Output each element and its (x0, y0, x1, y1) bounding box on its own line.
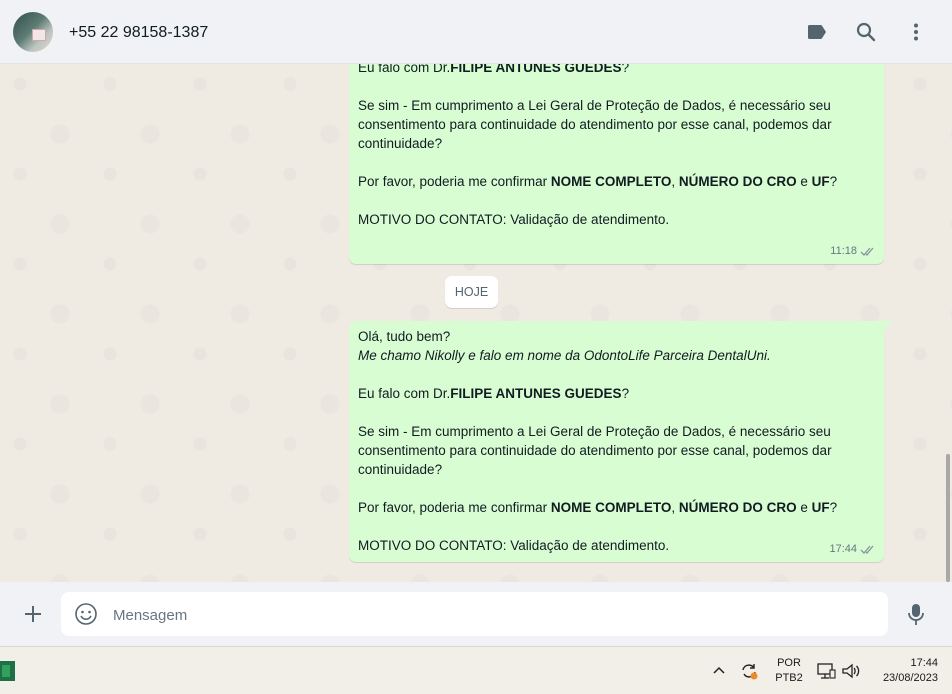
composer (0, 582, 952, 646)
text-run: Eu falo com Dr. (358, 386, 451, 401)
bold-text: NOME COMPLETO (550, 500, 672, 515)
sync-icon[interactable] (738, 660, 760, 682)
text-run: continuidade? (358, 136, 443, 151)
text-run: ? (621, 386, 630, 401)
day-divider: HOJE (445, 276, 498, 308)
message-line: Por favor, poderia me confirmar NOME COM… (358, 172, 875, 191)
message-line: MOTIVO DO CONTATO: Validação de atendime… (358, 210, 875, 229)
bold-text: NÚMERO DO CRO (678, 174, 797, 189)
chat-header: +55 22 98158-1387 (0, 0, 952, 64)
message-list[interactable]: Eu falo com Dr.FILIPE ANTUNES GUEDES? Se … (0, 64, 952, 582)
italic-text: Me chamo Nikolly e falo em nome da Odont… (358, 348, 771, 363)
message-line: Por favor, poderia me confirmar NOME COM… (358, 498, 875, 517)
text-run: Olá, tudo bem? (358, 329, 451, 344)
message-line: Eu falo com Dr.FILIPE ANTUNES GUEDES? (358, 64, 875, 77)
text-run: e (796, 174, 812, 189)
text-run: Por favor, poderia me confirmar (358, 500, 551, 515)
message-input[interactable] (111, 592, 875, 638)
message-time: 17:44 (829, 543, 857, 555)
bold-text: FILIPE ANTUNES GUEDES (450, 386, 622, 401)
message-line: MOTIVO DO CONTATO: Validação de atendime… (358, 536, 875, 555)
message-line: Eu falo com Dr.FILIPE ANTUNES GUEDES? (358, 384, 875, 403)
more-vertical-icon[interactable] (904, 20, 928, 44)
text-run: , (671, 174, 679, 189)
clock-time: 17:44 (910, 657, 938, 669)
scrollbar-thumb[interactable] (946, 454, 950, 582)
volume-icon[interactable] (840, 660, 862, 682)
text-run: Eu falo com Dr. (358, 64, 451, 75)
bold-text: NÚMERO DO CRO (678, 500, 797, 515)
message-line: Se sim - Em cumprimento a Lei Geral de P… (358, 422, 875, 441)
clock-date: 23/08/2023 (882, 672, 938, 684)
os-taskbar: POR PTB2 17:44 23/08/2023 (0, 646, 952, 694)
text-run: ? (829, 174, 838, 189)
keyboard-layout: PTB2 (775, 672, 803, 684)
show-hidden-icons-chevron-icon[interactable] (708, 660, 730, 682)
message-line: Se sim - Em cumprimento a Lei Geral de P… (358, 96, 875, 115)
message-line: Me chamo Nikolly e falo em nome da Odont… (358, 346, 875, 365)
message-line: consentimento para continuidade do atend… (358, 115, 875, 134)
network-icon[interactable] (815, 660, 837, 682)
message-text: Olá, tudo bem? Me chamo Nikolly e falo em… (358, 327, 875, 555)
contact-name[interactable]: +55 22 98158-1387 (69, 24, 208, 42)
text-run: ? (829, 500, 838, 515)
input-language[interactable]: POR PTB2 (772, 656, 806, 686)
message-text: Eu falo com Dr.FILIPE ANTUNES GUEDES? Se … (358, 64, 875, 229)
text-run: consentimento para continuidade do atend… (358, 117, 832, 132)
text-run: Por favor, poderia me confirmar (358, 174, 551, 189)
search-icon[interactable] (854, 20, 878, 44)
message-line: continuidade? (358, 134, 875, 153)
text-run: Se sim - Em cumprimento a Lei Geral de P… (358, 98, 831, 113)
emoji-icon[interactable] (74, 602, 98, 626)
bold-text: NOME COMPLETO (550, 174, 672, 189)
text-run: , (671, 500, 679, 515)
message-bubble[interactable]: Olá, tudo bem? Me chamo Nikolly e falo em… (349, 321, 892, 562)
text-run: MOTIVO DO CONTATO: Validação de atendime… (358, 212, 670, 227)
double-check-icon (860, 247, 874, 256)
message-input-box[interactable] (61, 592, 888, 638)
taskbar-app-icon[interactable] (0, 661, 15, 681)
text-run: Se sim - Em cumprimento a Lei Geral de P… (358, 424, 831, 439)
message-line: consentimento para continuidade do atend… (358, 441, 875, 460)
double-check-icon (860, 545, 874, 554)
label-icon[interactable] (805, 20, 829, 44)
message-meta: 11:18 (830, 242, 876, 261)
text-run: continuidade? (358, 462, 443, 477)
message-meta: 17:44 (829, 540, 876, 559)
attach-plus-icon[interactable] (20, 601, 46, 627)
language-code: POR (777, 657, 801, 669)
text-run: ? (621, 64, 630, 75)
message-line: continuidade? (358, 460, 875, 479)
system-clock[interactable]: 17:44 23/08/2023 (866, 656, 938, 686)
message-bubble[interactable]: Eu falo com Dr.FILIPE ANTUNES GUEDES? Se … (349, 64, 884, 264)
bold-text: UF (811, 174, 830, 189)
text-run: consentimento para continuidade do atend… (358, 443, 832, 458)
message-line: Olá, tudo bem? (358, 327, 875, 346)
text-run: e (796, 500, 812, 515)
contact-avatar[interactable] (13, 12, 53, 52)
text-run: MOTIVO DO CONTATO: Validação de atendime… (358, 538, 670, 553)
bold-text: UF (811, 500, 830, 515)
bold-text: FILIPE ANTUNES GUEDES (450, 64, 622, 75)
message-time: 11:18 (830, 245, 857, 257)
microphone-icon[interactable] (904, 601, 928, 627)
